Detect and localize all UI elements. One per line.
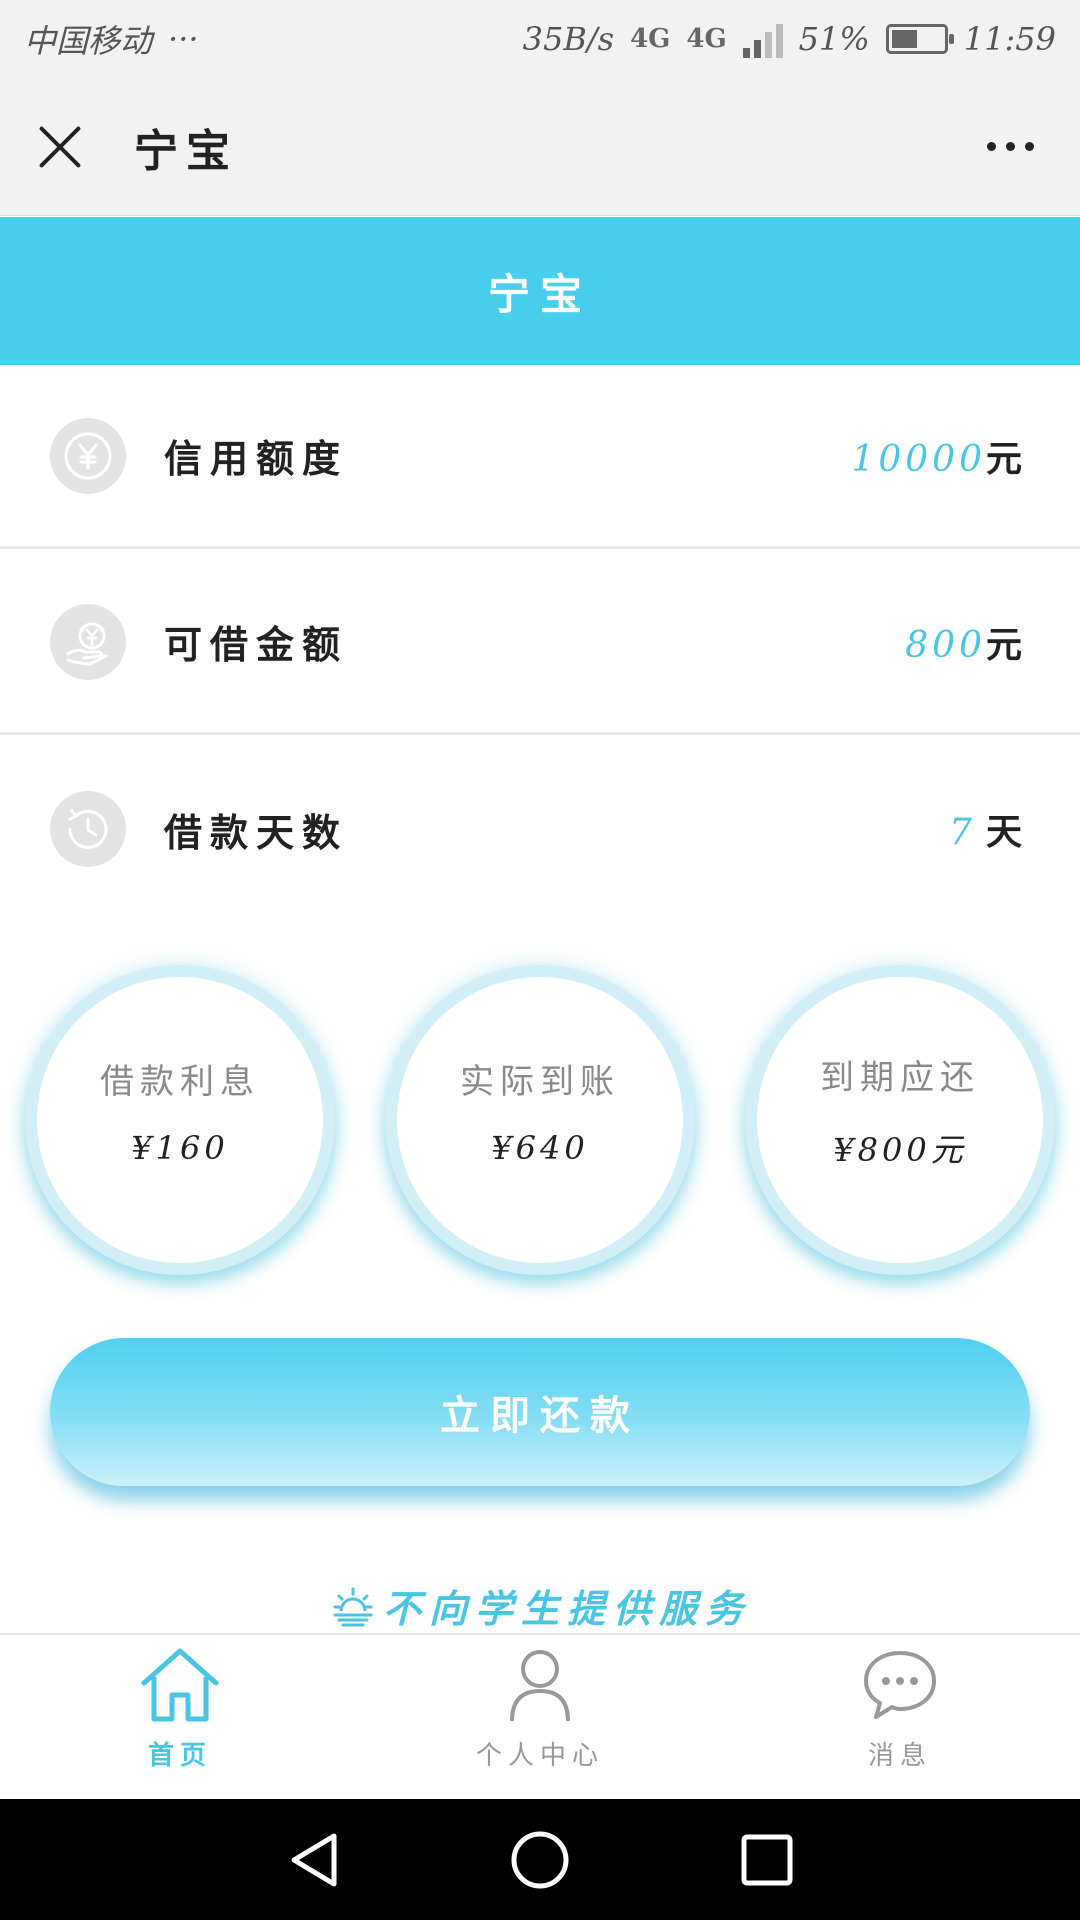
loan-summary: 借款利息 ¥160 实际到账 ¥640 到期应还 ¥800元 xyxy=(0,965,1080,1295)
tab-messages[interactable]: 消息 xyxy=(720,1635,1080,1801)
summary-value: ¥640 xyxy=(491,1128,589,1167)
info-row-unit: 天 xyxy=(985,811,1026,853)
tab-bar: 首页 个人中心 消息 xyxy=(0,1633,1080,1801)
tab-label: 个人中心 xyxy=(475,1741,604,1771)
notice-text: 不向学生提供服务 xyxy=(382,1585,751,1631)
repay-now-button[interactable]: 立即还款 xyxy=(50,1338,1030,1486)
more-icon[interactable] xyxy=(977,132,1044,161)
summary-label: 实际到账 xyxy=(460,1061,620,1102)
info-row-amount: 800 xyxy=(905,624,986,666)
user-icon xyxy=(510,1650,570,1722)
info-row-unit: 元 xyxy=(985,437,1026,480)
network-type-primary: 4G xyxy=(630,24,671,54)
status-left: 中国移动 ··· xyxy=(24,16,199,62)
tab-home[interactable]: 首页 xyxy=(0,1635,360,1801)
summary-label: 到期应还 xyxy=(820,1057,980,1098)
info-row-label: 可借金额 xyxy=(164,622,349,667)
signal-icon xyxy=(742,20,783,58)
status-right: 35B/s 4G 4G 51% 11:59 xyxy=(523,20,1056,58)
summary-label: 借款利息 xyxy=(100,1061,260,1102)
student-notice: 不向学生提供服务 xyxy=(0,1575,1080,1635)
info-row-credit-limit: 信用额度 10000元 xyxy=(0,365,1080,549)
info-row-value: 7天 xyxy=(949,803,1026,855)
network-speed: 35B/s xyxy=(522,20,615,58)
page-banner: 宁宝 xyxy=(0,217,1080,365)
summary-value: ¥800元 xyxy=(833,1130,967,1169)
status-bar: 中国移动 ··· 35B/s 4G 4G 51% 11:59 xyxy=(0,0,1080,78)
back-icon[interactable] xyxy=(286,1830,340,1890)
summary-value: ¥160 xyxy=(131,1128,229,1167)
system-navigation-bar xyxy=(0,1799,1080,1920)
network-type-secondary: 4G xyxy=(686,24,727,54)
chat-icon xyxy=(864,1651,936,1719)
info-row-amount: 10000 xyxy=(851,438,986,480)
hand-money-icon xyxy=(50,603,126,680)
sunrise-icon xyxy=(333,1587,373,1627)
battery-level xyxy=(891,30,918,48)
clock-time: 11:59 xyxy=(963,20,1056,58)
summary-circle-received: 实际到账 ¥640 xyxy=(385,965,695,1275)
recent-apps-icon[interactable] xyxy=(740,1833,794,1887)
info-row-label: 信用额度 xyxy=(164,436,349,481)
summary-circle-interest: 借款利息 ¥160 xyxy=(25,965,335,1275)
carrier-name: 中国移动 xyxy=(24,22,153,60)
info-row-loan-days: 借款天数 7天 xyxy=(0,737,1080,921)
battery-percent: 51% xyxy=(798,20,870,58)
info-row-available-amount: 可借金额 800元 xyxy=(0,551,1080,735)
tab-label: 首页 xyxy=(147,1741,212,1771)
info-row-value: 10000元 xyxy=(851,430,1026,482)
close-icon[interactable] xyxy=(36,123,84,171)
info-row-value: 800元 xyxy=(905,616,1026,668)
tab-label: 消息 xyxy=(867,1741,932,1771)
home-circle-icon[interactable] xyxy=(510,1830,570,1890)
yen-coin-icon xyxy=(50,417,126,494)
clock-icon xyxy=(50,791,126,867)
info-row-unit: 元 xyxy=(985,623,1026,666)
battery-icon xyxy=(885,24,954,54)
info-row-amount: 7 xyxy=(949,812,976,853)
info-row-label: 借款天数 xyxy=(164,809,349,855)
home-icon xyxy=(141,1648,219,1722)
notification-dots: ··· xyxy=(168,20,199,58)
nav-title: 宁宝 xyxy=(134,125,238,177)
tab-profile[interactable]: 个人中心 xyxy=(360,1635,720,1801)
summary-circle-due: 到期应还 ¥800元 xyxy=(745,965,1055,1275)
nav-bar: 宁宝 xyxy=(0,78,1080,216)
